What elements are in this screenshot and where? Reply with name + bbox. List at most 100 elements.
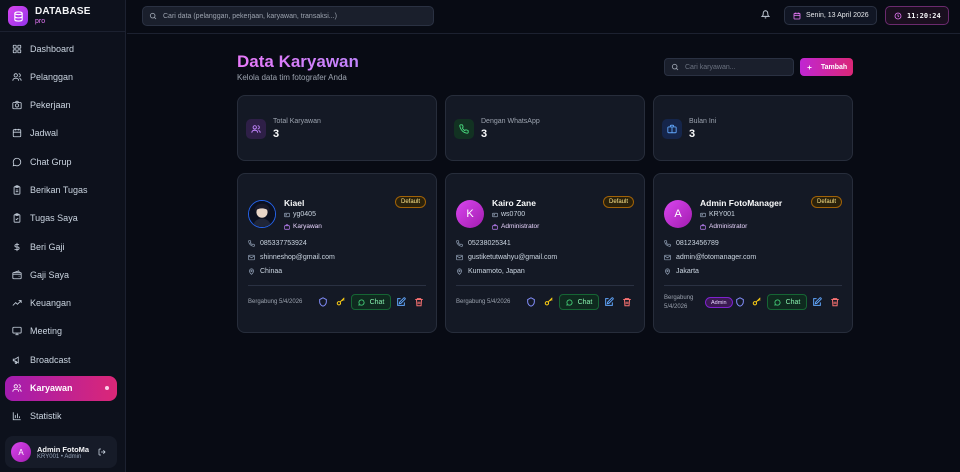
stat-label: Dengan WhatsApp xyxy=(481,118,540,125)
chat-button[interactable]: Chat xyxy=(351,294,391,310)
chat-button[interactable]: Chat xyxy=(767,294,807,310)
sidebar-item-label: Jadwal xyxy=(30,128,59,139)
shield-icon[interactable] xyxy=(526,297,536,307)
stat-card-whatsapp: Dengan WhatsApp 3 xyxy=(445,95,645,161)
employee-email-text: shinneshop@gmail.com xyxy=(260,254,335,261)
database-icon xyxy=(8,6,28,26)
sidebar-item-pelanggan[interactable]: Pelanggan xyxy=(5,64,117,89)
logout-icon[interactable] xyxy=(98,448,106,456)
monitor-icon xyxy=(12,327,22,336)
page-subtitle: Kelola data tim fotografer Anda xyxy=(237,73,347,82)
stat-value: 3 xyxy=(481,128,488,140)
search-icon xyxy=(149,12,157,20)
sidebar-item-gaji-saya[interactable]: Gaji Saya xyxy=(5,262,117,287)
global-search-input[interactable]: Cari data (pelanggan, pekerjaan, karyawa… xyxy=(142,6,434,26)
briefcase-icon xyxy=(662,119,682,139)
admin-badge: Admin xyxy=(705,297,733,308)
employee-phone: 05238025341 xyxy=(456,240,511,247)
sidebar-item-karyawan[interactable]: Karyawan xyxy=(5,375,117,401)
card-divider xyxy=(664,285,842,286)
sidebar-item-beri-gaji[interactable]: Beri Gaji xyxy=(5,234,117,259)
sidebar-item-pekerjaan[interactable]: Pekerjaan xyxy=(5,93,117,118)
avatar-photo xyxy=(248,200,276,228)
bell-icon[interactable] xyxy=(761,10,770,19)
edit-icon[interactable] xyxy=(812,297,822,307)
chat-icon xyxy=(773,299,781,306)
grid-icon xyxy=(12,44,22,53)
employee-code-text: KRY001 xyxy=(709,211,735,218)
plus-icon xyxy=(807,64,812,70)
clipboard-icon xyxy=(13,185,21,195)
user-name: Admin FotoManager xyxy=(37,444,89,454)
sidebar-item-label: Dashboard xyxy=(30,43,75,54)
employee-search-input[interactable]: Cari karyawan... xyxy=(664,58,794,76)
chat-button-label: Chat xyxy=(577,298,593,306)
camera-icon xyxy=(12,100,22,110)
employee-role-text: Administrator xyxy=(709,223,748,230)
brand-name: DATABASE xyxy=(35,6,91,17)
sidebar-item-label: Keuangan xyxy=(30,298,72,309)
briefcase-icon xyxy=(284,223,290,230)
employee-name: Kairo Zane xyxy=(492,198,536,208)
map-pin-icon xyxy=(249,268,254,275)
employee-name: Kiael xyxy=(284,198,305,208)
user-sub: KRY001 • Admin xyxy=(37,453,82,460)
sidebar-item-label: Meeting xyxy=(30,326,63,337)
key-icon[interactable] xyxy=(336,297,346,307)
trash-icon[interactable] xyxy=(414,297,424,307)
map-pin-icon xyxy=(665,268,670,275)
employee-phone-text: 085337753924 xyxy=(260,240,307,247)
sidebar-item-jadwal[interactable]: Jadwal xyxy=(5,121,117,146)
sidebar-item-label: Beri Gaji xyxy=(30,241,65,252)
employee-search-placeholder: Cari karyawan... xyxy=(685,63,736,71)
phone-icon xyxy=(456,240,463,247)
edit-icon[interactable] xyxy=(396,297,406,307)
sidebar-item-statistik[interactable]: Statistik xyxy=(5,404,117,429)
key-icon[interactable] xyxy=(752,297,762,307)
sidebar-item-meeting[interactable]: Meeting xyxy=(5,319,117,344)
users-icon xyxy=(12,73,22,81)
sidebar-item-keuangan[interactable]: Keuangan xyxy=(5,291,117,316)
employee-email: shinneshop@gmail.com xyxy=(248,254,335,261)
sidebar-item-chat-grup[interactable]: Chat Grup xyxy=(5,149,117,174)
edit-icon[interactable] xyxy=(604,297,614,307)
user-group-icon xyxy=(12,384,22,392)
current-time: 11:20:24 xyxy=(907,11,941,20)
sidebar-item-tugas-saya[interactable]: Tugas Saya xyxy=(5,206,117,231)
trash-icon[interactable] xyxy=(622,297,632,307)
employee-email: gustiketutwahyu@gmail.com xyxy=(456,254,557,261)
status-badge: Default xyxy=(602,196,634,208)
sidebar-item-berikan-tugas[interactable]: Berikan Tugas xyxy=(5,177,117,202)
shield-icon[interactable] xyxy=(735,297,745,307)
employee-phone-text: 08123456789 xyxy=(676,240,719,247)
brand[interactable]: DATABASE pro xyxy=(8,4,91,28)
clock-icon xyxy=(894,12,902,19)
wallet-icon xyxy=(12,270,22,280)
card-divider xyxy=(456,285,634,286)
active-indicator-dot xyxy=(105,386,109,391)
add-employee-button[interactable]: Tambah xyxy=(800,58,853,76)
mail-icon xyxy=(664,254,671,261)
calendar-icon xyxy=(12,129,22,138)
id-card-icon xyxy=(284,212,290,217)
trash-icon[interactable] xyxy=(830,297,840,307)
employee-card: A Admin FotoManager KRY001 Administrator… xyxy=(653,173,853,333)
employee-phone-text: 05238025341 xyxy=(468,240,511,247)
sidebar-item-label: Broadcast xyxy=(30,354,71,365)
employee-role-text: Karyawan xyxy=(293,223,322,230)
clock-display: 11:20:24 xyxy=(885,6,949,25)
shield-icon[interactable] xyxy=(318,297,328,307)
map-pin-icon xyxy=(457,268,462,275)
clipboard-check-icon xyxy=(13,213,21,223)
topbar: Cari data (pelanggan, pekerjaan, karyawa… xyxy=(127,0,960,34)
sidebar-item-dashboard[interactable]: Dashboard xyxy=(5,36,117,61)
stat-card-total-karyawan: Total Karyawan 3 xyxy=(237,95,437,161)
current-user-panel[interactable]: A Admin FotoManager KRY001 • Admin xyxy=(5,436,117,468)
chat-button[interactable]: Chat xyxy=(559,294,599,310)
phone-icon xyxy=(664,240,671,247)
employee-phone: 08123456789 xyxy=(664,240,719,247)
sidebar-item-broadcast[interactable]: Broadcast xyxy=(5,347,117,372)
employee-card: K Kairo Zane ws0700 Administrator Defaul… xyxy=(445,173,645,333)
key-icon[interactable] xyxy=(544,297,554,307)
phone-icon xyxy=(454,119,474,139)
